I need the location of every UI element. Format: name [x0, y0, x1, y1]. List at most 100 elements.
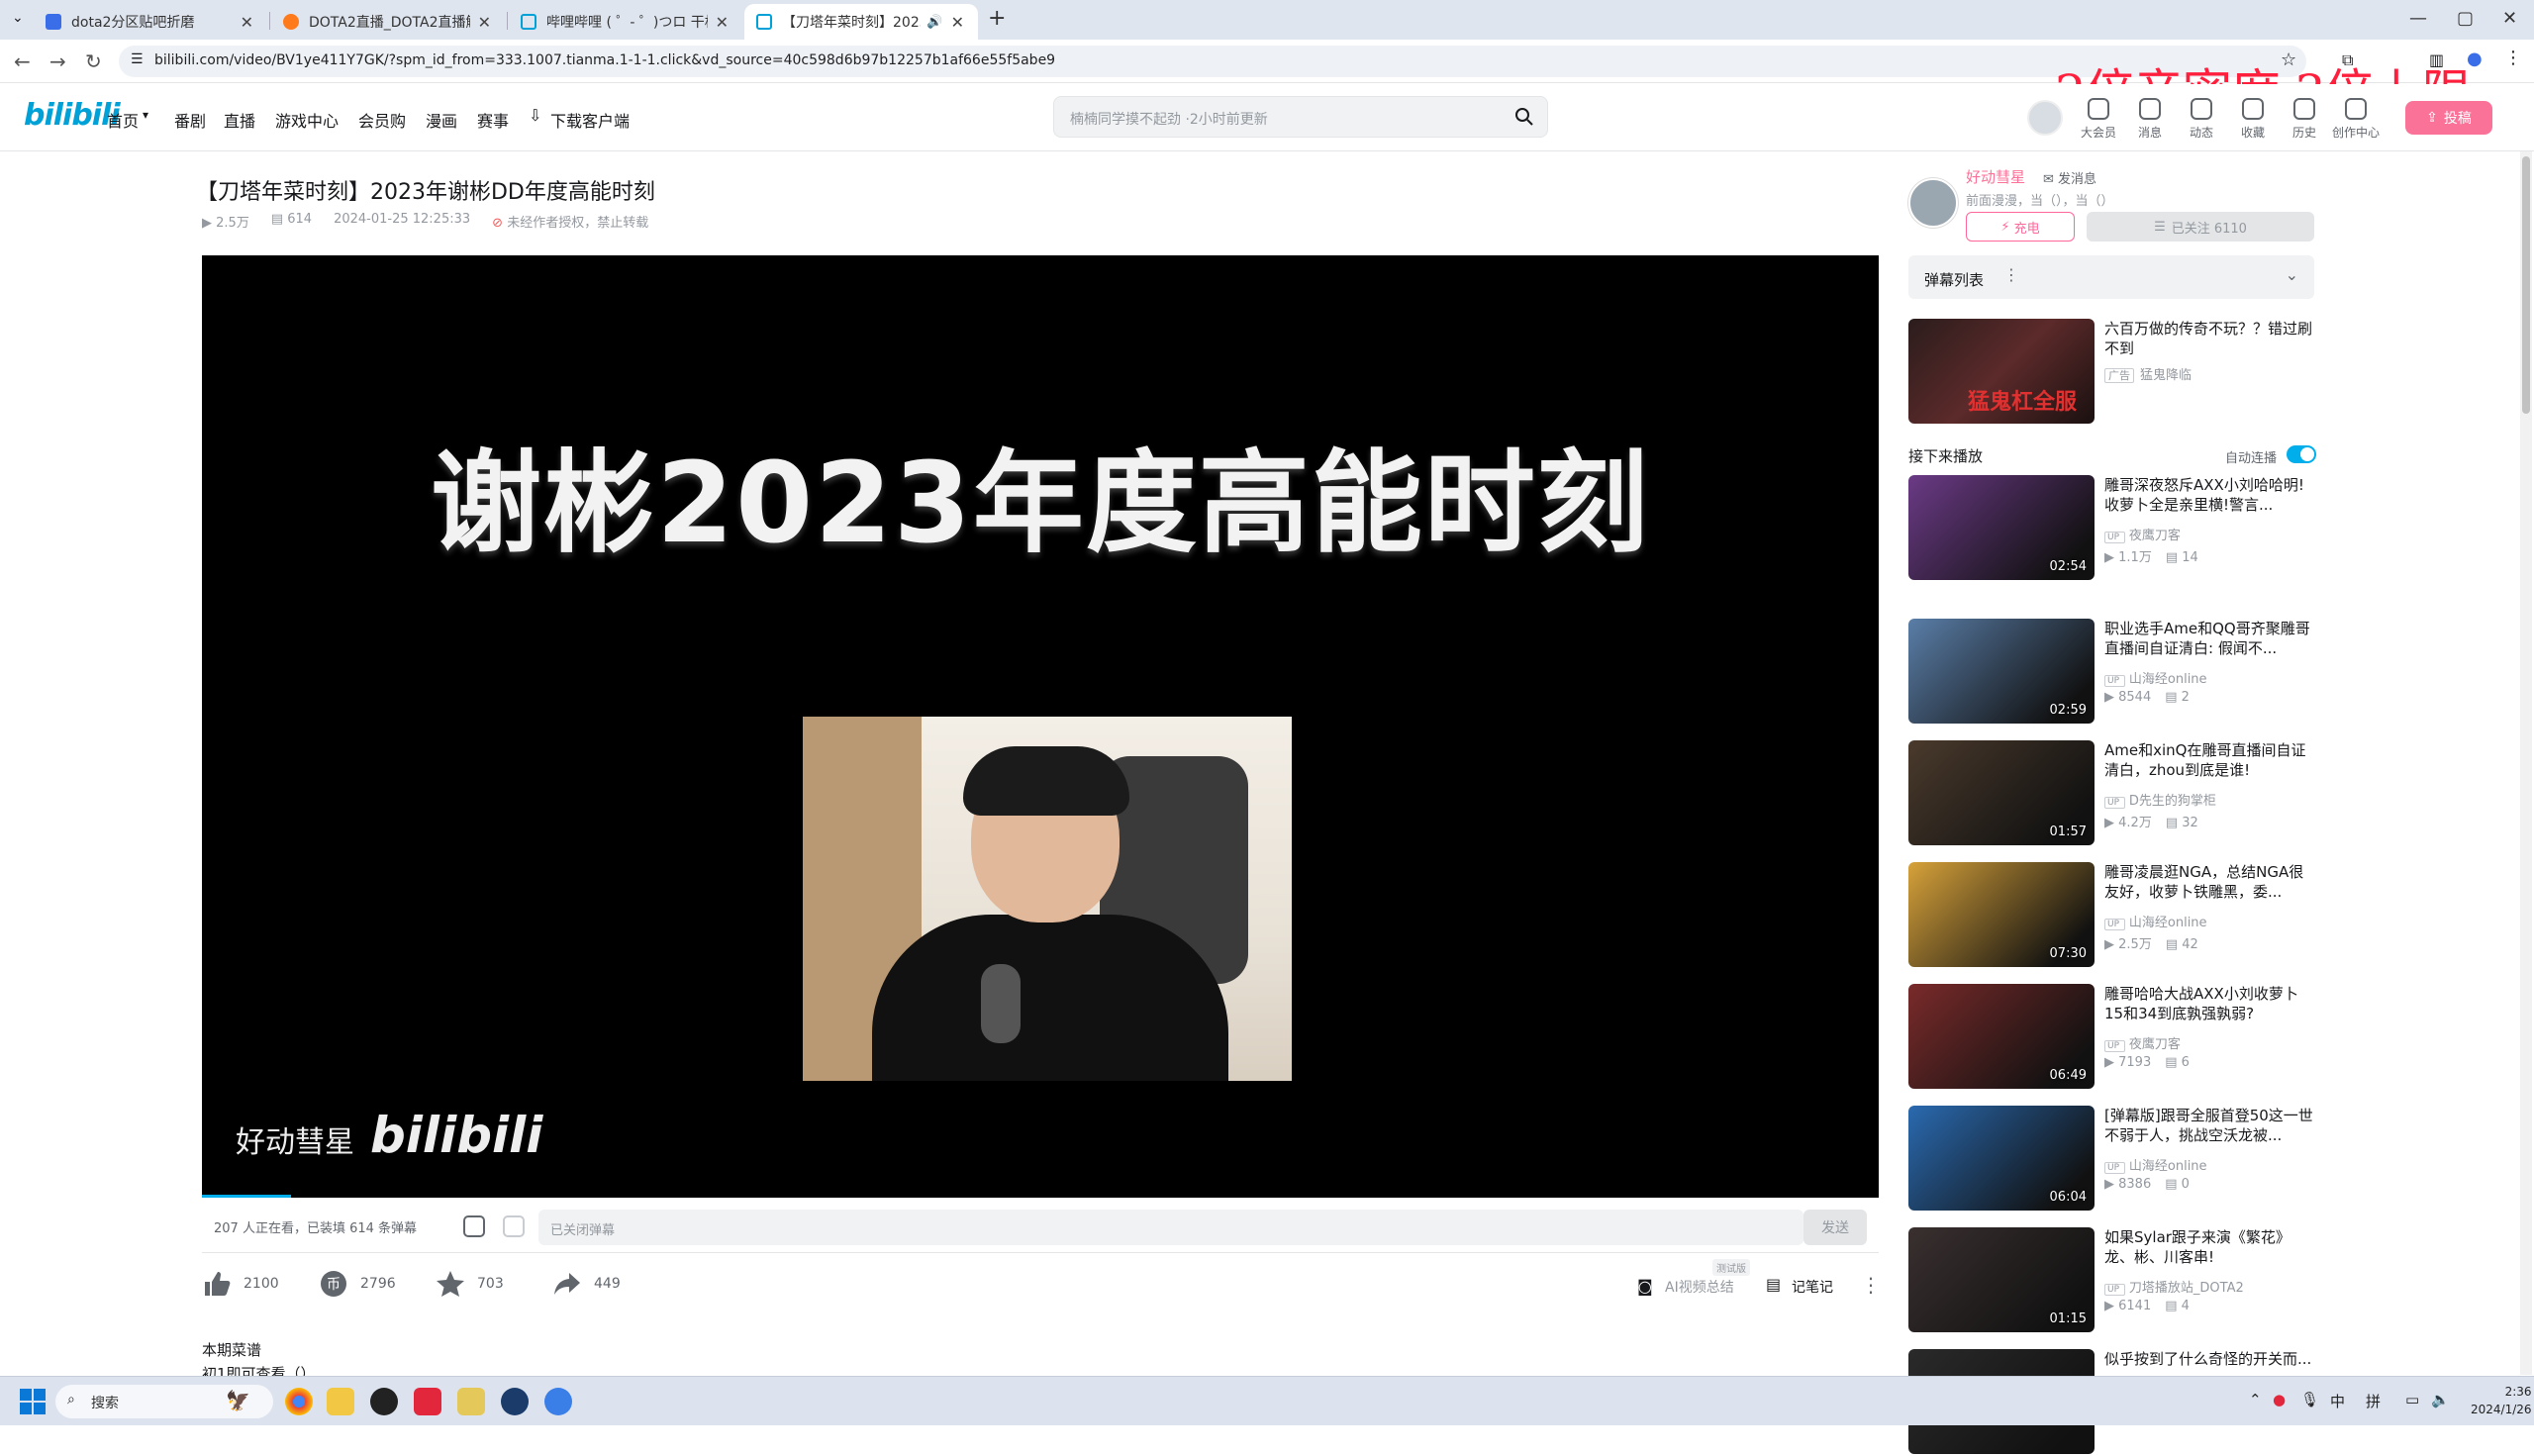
video-card-uploader[interactable]: 夜鹰刀客	[2104, 525, 2181, 543]
steam-icon[interactable]	[501, 1388, 529, 1415]
game-app-icon[interactable]	[457, 1388, 485, 1415]
close-tab-icon[interactable]: ✕	[241, 13, 253, 32]
video-card-uploader[interactable]: 山海经online	[2104, 668, 2207, 687]
url-bar[interactable]: ☰ bilibili.com/video/BV1ye411Y7GK/?spm_i…	[119, 46, 2306, 77]
netease-tray-icon[interactable]: ●	[2273, 1391, 2286, 1408]
volume-icon[interactable]: 🔈	[2431, 1391, 2450, 1408]
search-bar[interactable]: 楠楠同学摸不起劲 ·2小时前更新	[1053, 96, 1548, 138]
forward-icon[interactable]: →	[49, 49, 66, 73]
search-input[interactable]: 楠楠同学摸不起劲 ·2小时前更新	[1070, 109, 1268, 129]
nav-download-client[interactable]: 下载客户端	[550, 108, 630, 132]
notes-button[interactable]: 记笔记	[1792, 1277, 1833, 1297]
browser-tab-4[interactable]: 【刀塔年菜时刻】2023年谢彬 🔊 ✕	[744, 4, 978, 40]
danmaku-toggle-icon[interactable]	[463, 1215, 485, 1237]
video-card-title[interactable]: 职业选手Ame和QQ哥齐聚雕哥直播间自证清白: 假闻不...	[2104, 619, 2314, 658]
ime-mode[interactable]: 拼	[2366, 1391, 2381, 1411]
more-options-icon[interactable]: ⋮	[1861, 1273, 1881, 1297]
clock[interactable]: 2:36 2024/1/26	[2471, 1383, 2532, 1418]
nav-live[interactable]: 直播	[224, 108, 255, 132]
danmaku-input[interactable]: 已关闭弹幕	[538, 1210, 1803, 1245]
browser-menu-icon[interactable]: ⋮	[2504, 48, 2522, 68]
search-icon[interactable]	[1513, 106, 1535, 128]
app-icon[interactable]	[370, 1388, 398, 1415]
nav-mall[interactable]: 会员购	[358, 108, 406, 132]
browser-tab-1[interactable]: dota2分区贴吧折磨 ✕	[34, 4, 267, 40]
charge-button[interactable]: ⚡ 充电	[1966, 212, 2075, 242]
nav-manga[interactable]: 漫画	[426, 108, 457, 132]
upload-button[interactable]: ⇪ 投稿	[2405, 101, 2492, 135]
danmaku-settings-icon[interactable]	[503, 1215, 525, 1237]
header-favorite[interactable]: 收藏	[2229, 98, 2277, 141]
header-dynamic[interactable]: 动态	[2178, 98, 2225, 141]
send-danmaku-button[interactable]: 发送	[1803, 1210, 1867, 1245]
video-thumbnail[interactable]: 01:57	[1908, 740, 2095, 845]
nav-game-center[interactable]: 游戏中心	[275, 108, 339, 132]
follow-button[interactable]: ☰ 已关注 6110	[2087, 212, 2314, 242]
file-explorer-icon[interactable]	[327, 1388, 354, 1415]
video-thumbnail[interactable]: 01:15	[1908, 1227, 2095, 1332]
back-icon[interactable]: ←	[14, 49, 31, 73]
ad-card[interactable]: 猛鬼杠全服 六百万做的传奇不玩？？错过刷不到 广告 猛鬼降临	[1908, 319, 2314, 426]
maximize-icon[interactable]: ▢	[2457, 8, 2474, 29]
video-card[interactable]: 02:59 职业选手Ame和QQ哥齐聚雕哥直播间自证清白: 假闻不... 山海经on…	[1908, 619, 2314, 726]
video-thumbnail[interactable]: 07:30	[1908, 862, 2095, 967]
video-card-title[interactable]: 雕哥哈哈大战AXX小刘收萝卜15和34到底孰强孰弱?	[2104, 984, 2314, 1023]
video-card[interactable]: 02:54 雕哥深夜怒斥AXX小刘哈哈明!收萝卜全是亲里横!警言... 夜鹰刀客 ▶ …	[1908, 475, 2314, 582]
taskbar-search[interactable]: ⌕ 搜索 🦅	[55, 1385, 273, 1418]
danmaku-list-panel[interactable]: 弹幕列表 ⋮ ⌄	[1908, 255, 2314, 299]
video-card[interactable]: 01:57 Ame和xinQ在雕哥直播间自证清白，zhou到底是谁! D先生的狗掌柜…	[1908, 740, 2314, 847]
ad-thumbnail[interactable]: 猛鬼杠全服	[1908, 319, 2095, 424]
chevron-down-icon[interactable]: ⌄	[2286, 265, 2298, 284]
header-vip[interactable]: 大会员	[2075, 98, 2122, 141]
close-tab-icon[interactable]: ✕	[478, 13, 491, 32]
minimize-icon[interactable]: —	[2409, 8, 2427, 29]
network-icon[interactable]: ▭	[2405, 1391, 2419, 1408]
nav-anime[interactable]: 番剧	[174, 108, 206, 132]
video-thumbnail[interactable]: 06:49	[1908, 984, 2095, 1089]
header-message[interactable]: 消息	[2126, 98, 2174, 141]
video-card-uploader[interactable]: 山海经online	[2104, 912, 2207, 930]
autoplay-toggle[interactable]	[2287, 445, 2316, 463]
mic-tray-icon[interactable]: 🎙	[2300, 1391, 2319, 1408]
vertical-dots-icon[interactable]: ⋮	[2003, 265, 2019, 284]
new-tab-icon[interactable]: +	[988, 6, 1006, 31]
progress-bar[interactable]	[202, 1195, 291, 1198]
coin-button[interactable]: 币 2796	[319, 1269, 396, 1299]
audio-playing-icon[interactable]: 🔊	[926, 15, 942, 30]
header-history[interactable]: 历史	[2281, 98, 2328, 141]
video-card-uploader[interactable]: D先生的狗掌柜	[2104, 790, 2216, 809]
share-button[interactable]: 449	[552, 1269, 621, 1299]
video-card-uploader[interactable]: 山海经online	[2104, 1155, 2207, 1174]
uploader-avatar[interactable]	[1908, 178, 1958, 228]
url-text[interactable]: bilibili.com/video/BV1ye411Y7GK/?spm_id_…	[154, 52, 1055, 68]
header-creator[interactable]: 创作中心	[2332, 98, 2380, 141]
video-card-title[interactable]: Ame和xinQ在雕哥直播间自证清白，zhou到底是谁!	[2104, 740, 2314, 780]
close-window-icon[interactable]: ✕	[2502, 8, 2517, 29]
video-player[interactable]: 谢彬2023年度高能时刻 好动彗星 bilibili	[202, 255, 1879, 1198]
ad-title[interactable]: 六百万做的传奇不玩？？错过刷不到	[2104, 319, 2314, 358]
video-card-uploader[interactable]: 夜鹰刀客	[2104, 1033, 2181, 1052]
scrollbar-thumb[interactable]	[2522, 156, 2530, 414]
windows-start-icon[interactable]	[20, 1389, 46, 1414]
nav-home[interactable]: 首页	[107, 108, 139, 132]
video-card-title[interactable]: [弹幕版]跟哥全服首登50这一世不弱于人，挑战空沃龙被...	[2104, 1106, 2314, 1145]
browser-tab-3[interactable]: 哔哩哔哩 ( ゜- ゜)つロ 干杯~-b ✕	[509, 4, 742, 40]
send-message-link[interactable]: ✉ 发消息	[2043, 168, 2096, 187]
video-card-title[interactable]: 如果Sylar跟子来演《繁花》龙、彬、川客串!	[2104, 1227, 2314, 1267]
user-avatar[interactable]	[2027, 100, 2063, 136]
ime-language[interactable]: 中	[2330, 1391, 2345, 1411]
nav-esports[interactable]: 赛事	[477, 108, 509, 132]
favorite-button[interactable]: 703	[436, 1269, 504, 1299]
video-card-uploader[interactable]: 刀塔播放站_DOTA2	[2104, 1277, 2244, 1296]
video-thumbnail[interactable]: 02:59	[1908, 619, 2095, 724]
video-card-title[interactable]: 雕哥凌晨逛NGA，总结NGA很友好，收萝卜铁雕黑，委...	[2104, 862, 2314, 902]
ai-summary-button[interactable]: AI视频总结	[1665, 1277, 1734, 1297]
video-card-title[interactable]: 雕哥深夜怒斥AXX小刘哈哈明!收萝卜全是亲里横!警言...	[2104, 475, 2314, 515]
video-card[interactable]: 07:30 雕哥凌晨逛NGA，总结NGA很友好，收萝卜铁雕黑，委... 山海经onl…	[1908, 862, 2314, 969]
headset-app-icon[interactable]	[544, 1388, 572, 1415]
tray-chevron-icon[interactable]: ⌃	[2249, 1391, 2262, 1408]
video-card[interactable]: 06:49 雕哥哈哈大战AXX小刘收萝卜15和34到底孰强孰弱? 夜鹰刀客 ▶ 719…	[1908, 984, 2314, 1091]
netease-music-icon[interactable]	[414, 1388, 441, 1415]
close-tab-icon[interactable]: ✕	[716, 13, 729, 32]
video-card[interactable]: 01:15 如果Sylar跟子来演《繁花》龙、彬、川客串! 刀塔播放站_DOTA2 ▶…	[1908, 1227, 2314, 1334]
